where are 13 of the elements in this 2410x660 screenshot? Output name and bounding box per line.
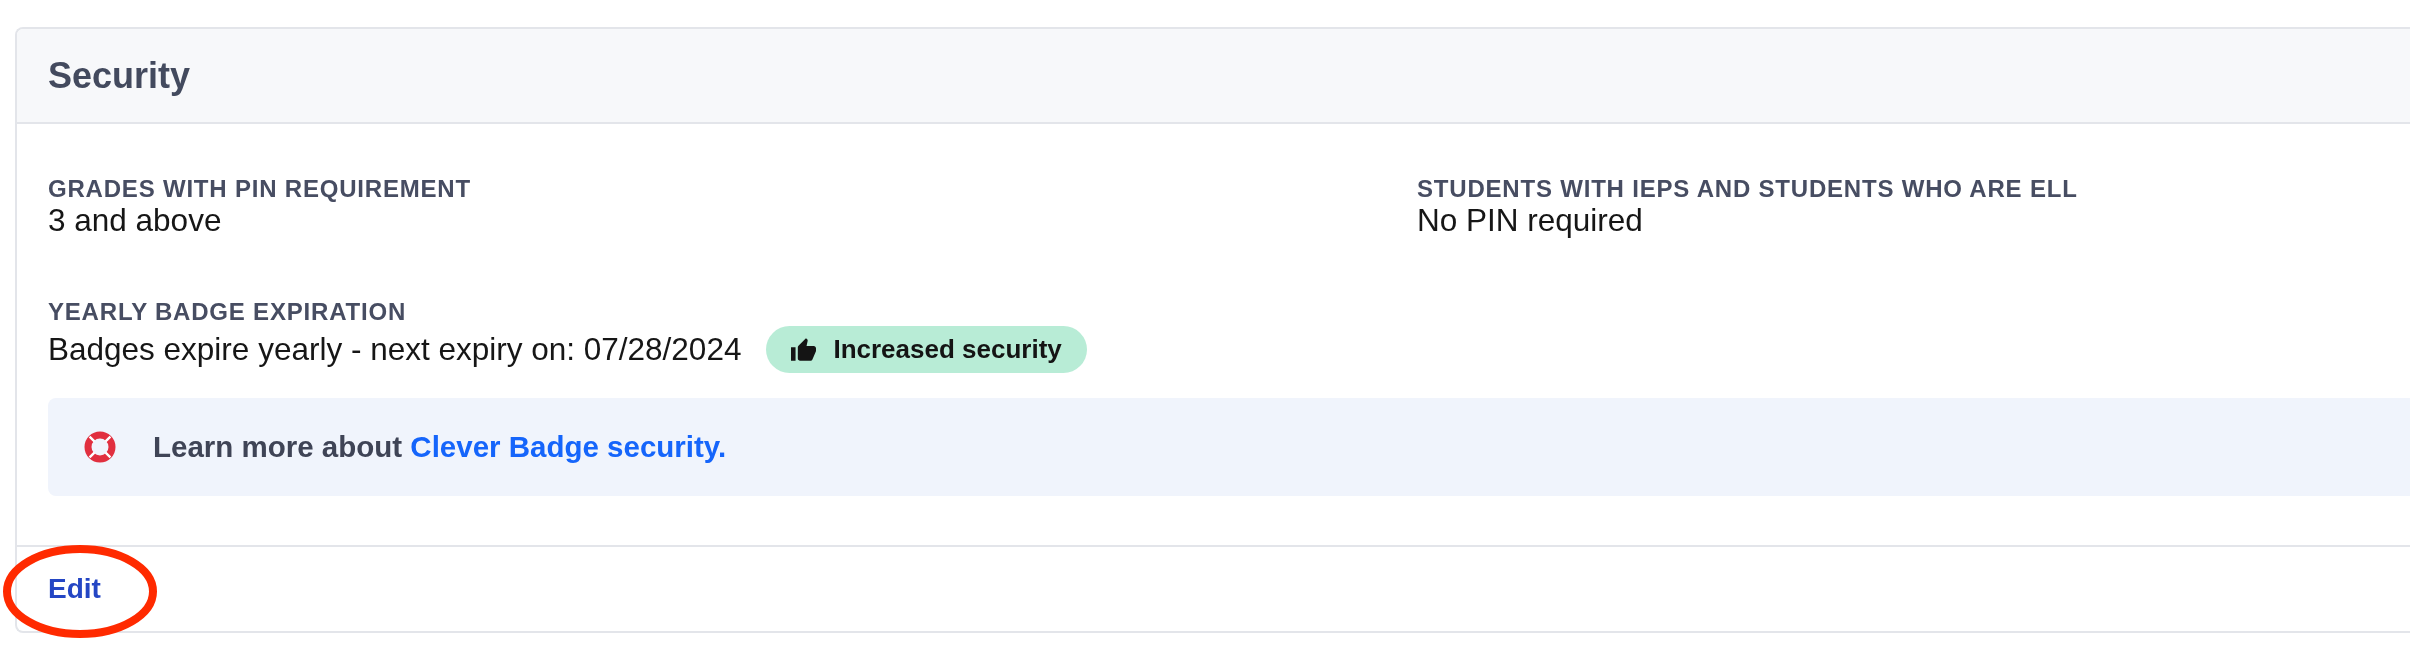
field-value: No PIN required xyxy=(1417,203,1643,238)
lifebuoy-icon xyxy=(84,431,116,463)
badge-text: Increased security xyxy=(833,334,1062,365)
thumbs-up-icon xyxy=(791,337,817,362)
field-label: GRADES WITH PIN REQUIREMENT xyxy=(48,175,471,203)
field-label: YEARLY BADGE EXPIRATION xyxy=(48,298,407,326)
help-text: Learn more about Clever Badge security. xyxy=(153,430,727,464)
field-value: Badges expire yearly - next expiry on: 07/28/2024 xyxy=(48,332,742,367)
field-value: 3 and above xyxy=(48,203,222,238)
section-title: Security xyxy=(48,54,191,97)
badge-security-link[interactable]: Clever Badge security. xyxy=(410,430,727,463)
field-label: STUDENTS WITH IEPS AND STUDENTS WHO ARE ELL xyxy=(1417,175,2078,203)
edit-link[interactable]: Edit xyxy=(48,573,101,605)
